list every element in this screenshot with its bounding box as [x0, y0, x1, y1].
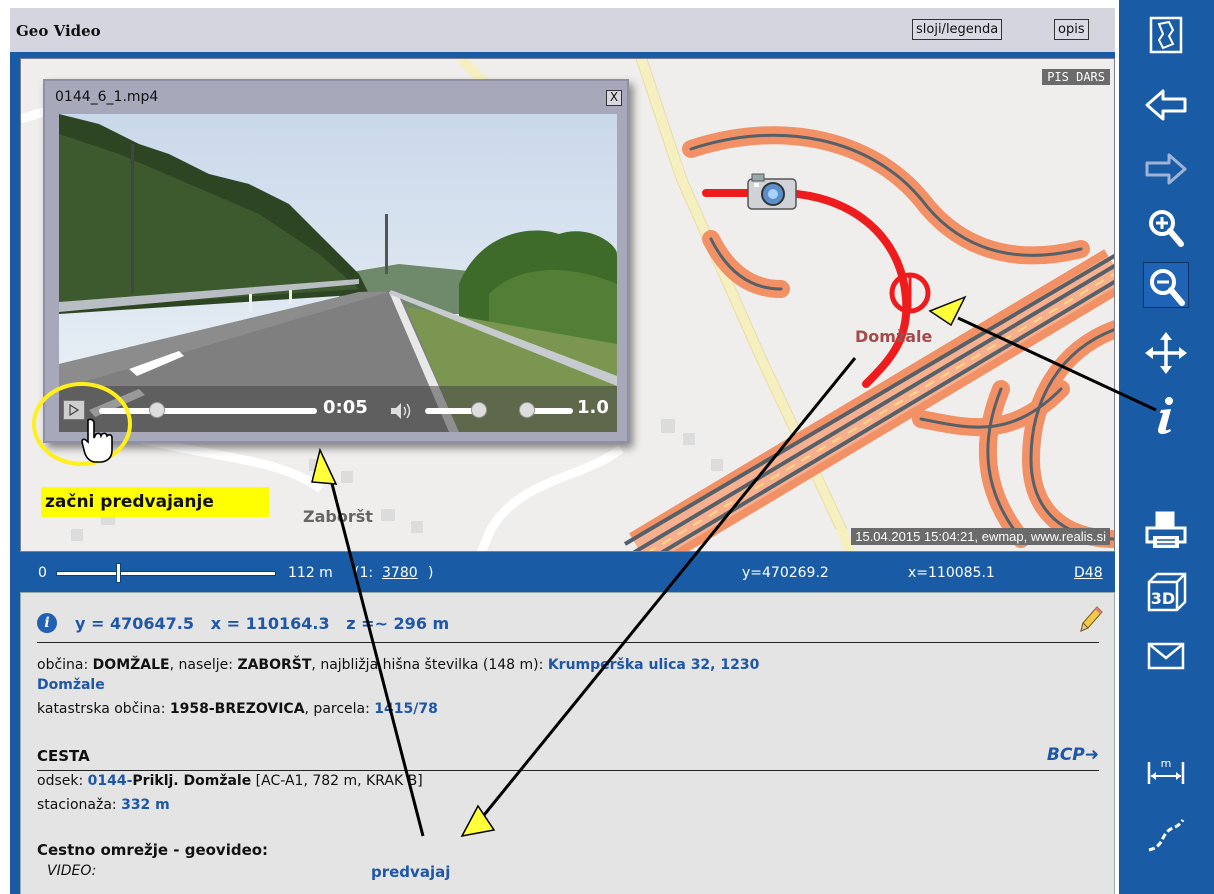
- parcel-label: , parcela:: [304, 701, 370, 717]
- elevation-profile-button[interactable]: [1143, 812, 1189, 858]
- close-button[interactable]: X: [606, 90, 622, 106]
- segment-code-link[interactable]: 0144-: [88, 773, 133, 789]
- map-place-label-domzale: Domžale: [855, 327, 933, 346]
- video-row-label: VIDEO:: [47, 863, 97, 879]
- road-segment-line: odsek: 0144-Priklj. Domžale [AC-A1, 782 …: [37, 773, 423, 789]
- cadastral-value: 1958-BREZOVICA: [169, 701, 305, 717]
- progress-handle[interactable]: [149, 402, 165, 418]
- title-bar: Geo Video sloji/legenda opis: [10, 8, 1115, 52]
- volume-handle[interactable]: [471, 402, 487, 418]
- layers-legend-button[interactable]: sloji/legenda: [912, 19, 1003, 40]
- measure-distance-button[interactable]: m: [1143, 750, 1189, 796]
- video-controls: 0:05 1.0: [59, 386, 617, 432]
- forward-button[interactable]: [1143, 146, 1189, 192]
- 3d-label: 3D: [1151, 589, 1175, 608]
- address-link[interactable]: Krumperška ulica 32, 1230: [548, 657, 760, 673]
- app-title: Geo Video: [16, 22, 101, 40]
- road-title: CESTA: [37, 747, 90, 765]
- scale-slider-handle[interactable]: [116, 563, 121, 583]
- road-section-heading: CESTA BCP➜: [37, 745, 1099, 771]
- forward-arrow-icon: [1145, 153, 1187, 185]
- pan-icon: [1145, 332, 1187, 374]
- scale-ratio-link[interactable]: 3780: [382, 565, 418, 581]
- scale-value: 112 m: [288, 565, 333, 581]
- mail-icon: [1147, 642, 1185, 670]
- volume-icon[interactable]: [389, 401, 415, 421]
- info-tool-button[interactable]: [1143, 392, 1189, 438]
- back-button[interactable]: [1143, 82, 1189, 128]
- play-video-link[interactable]: predvajaj: [371, 863, 450, 881]
- 3d-icon: 3D: [1147, 572, 1187, 612]
- speed-handle[interactable]: [519, 402, 535, 418]
- segment-label: odsek:: [37, 773, 84, 789]
- bcp-link[interactable]: BCP➜: [1047, 745, 1099, 765]
- measure-unit-label: m: [1161, 757, 1172, 770]
- chainage-value: 332 m: [121, 797, 170, 813]
- map-place-label-zaborst: Zaboršt: [303, 507, 373, 526]
- play-icon: [69, 404, 79, 416]
- scale-ratio-prefix: (1:: [354, 565, 374, 581]
- playback-speed: 1.0: [577, 397, 609, 418]
- progress-bar[interactable]: [99, 408, 317, 414]
- info-coordinates-row: i y = 470647.5 x = 110164.3 z =~ 296 m: [37, 606, 1103, 643]
- pencil-icon[interactable]: [1077, 605, 1103, 635]
- map-overview-button[interactable]: [1143, 12, 1189, 58]
- right-toolbar: 3D m: [1119, 0, 1214, 894]
- coordinate-system-link[interactable]: D48: [1074, 565, 1103, 581]
- pan-button[interactable]: [1143, 330, 1189, 376]
- info-icon: [1158, 397, 1173, 435]
- start-playback-callout: začni predvajanje: [41, 487, 269, 517]
- municipality-value: DOMŽALE: [92, 657, 170, 673]
- info-icon: i: [37, 613, 57, 633]
- cursor-y-coordinate: y=470269.2: [742, 565, 829, 581]
- map-source-badge: PIS DARS: [1042, 69, 1110, 85]
- geovideo-section-title: Cestno omrežje - geovideo:: [37, 841, 269, 859]
- chainage-line: stacionaža: 332 m: [37, 797, 170, 813]
- video-player[interactable]: 0:05 1.0: [59, 114, 617, 432]
- info-panel: i y = 470647.5 x = 110164.3 z =~ 296 m o…: [20, 592, 1115, 894]
- cadastral-label: katastrska občina:: [37, 701, 166, 717]
- map-copyright: 15.04.2015 15:04:21, ewmap, www.realis.s…: [851, 528, 1110, 545]
- cursor-x-coordinate: x=110085.1: [908, 565, 995, 581]
- scale-ratio-suffix: ): [428, 565, 434, 581]
- 3d-view-button[interactable]: 3D: [1143, 570, 1189, 616]
- scale-slider[interactable]: [56, 571, 276, 576]
- nearest-house-label: , najbližja hišna številka (148 m):: [311, 657, 544, 673]
- elevation-profile-icon: [1148, 819, 1185, 852]
- map-view[interactable]: Domžale Zaboršt PIS DARS 15.04.2015 15:0…: [20, 58, 1115, 552]
- print-icon: [1145, 511, 1187, 548]
- segment-name: Priklj. Domžale: [132, 773, 252, 789]
- address-link-city[interactable]: Domžale: [37, 677, 105, 693]
- status-bar: 0 112 m (1: 3780 ) y=470269.2 x=110085.1…: [20, 556, 1115, 590]
- video-popup[interactable]: 0144_6_1.mp4 X 0:05 1.0: [43, 79, 629, 443]
- municipality-label: občina:: [37, 657, 89, 673]
- video-frame-image: [59, 114, 617, 432]
- chainage-label: stacionaža:: [37, 797, 117, 813]
- back-arrow-icon: [1145, 89, 1187, 121]
- camera-icon[interactable]: [746, 171, 800, 213]
- zoom-out-button[interactable]: [1143, 262, 1189, 308]
- segment-detail: [AC-A1, 782 m, KRAK B]: [251, 773, 423, 789]
- point-coordinates: y = 470647.5 x = 110164.3 z =~ 296 m: [75, 614, 450, 633]
- zoom-in-button[interactable]: [1143, 204, 1189, 250]
- description-button[interactable]: opis: [1054, 19, 1089, 40]
- video-filename: 0144_6_1.mp4: [55, 89, 159, 105]
- scale-min-label: 0: [38, 565, 47, 581]
- print-button[interactable]: [1143, 508, 1189, 554]
- settlement-value: ZABORŠT: [237, 657, 312, 673]
- map-icon: [1149, 16, 1183, 54]
- address-line-2: Domžale: [37, 677, 105, 693]
- main-frame: Geo Video sloji/legenda opis Domžale Zab…: [10, 8, 1115, 894]
- settlement-label: , naselje:: [169, 657, 233, 673]
- cadastral-line: katastrska občina: 1958-BREZOVICA, parce…: [37, 701, 438, 717]
- email-button[interactable]: [1143, 634, 1189, 680]
- geo-video-app: Geo Video sloji/legenda opis Domžale Zab…: [0, 0, 1214, 894]
- zoom-in-icon: [1149, 210, 1184, 247]
- measure-distance-icon: m: [1147, 757, 1185, 784]
- play-button[interactable]: [63, 400, 85, 420]
- zoom-out-icon: [1150, 269, 1185, 306]
- playback-time: 0:05: [323, 397, 368, 418]
- municipality-line: občina: DOMŽALE, naselje: ZABORŠT, najbl…: [37, 657, 759, 673]
- parcel-link[interactable]: 1415/78: [374, 701, 438, 717]
